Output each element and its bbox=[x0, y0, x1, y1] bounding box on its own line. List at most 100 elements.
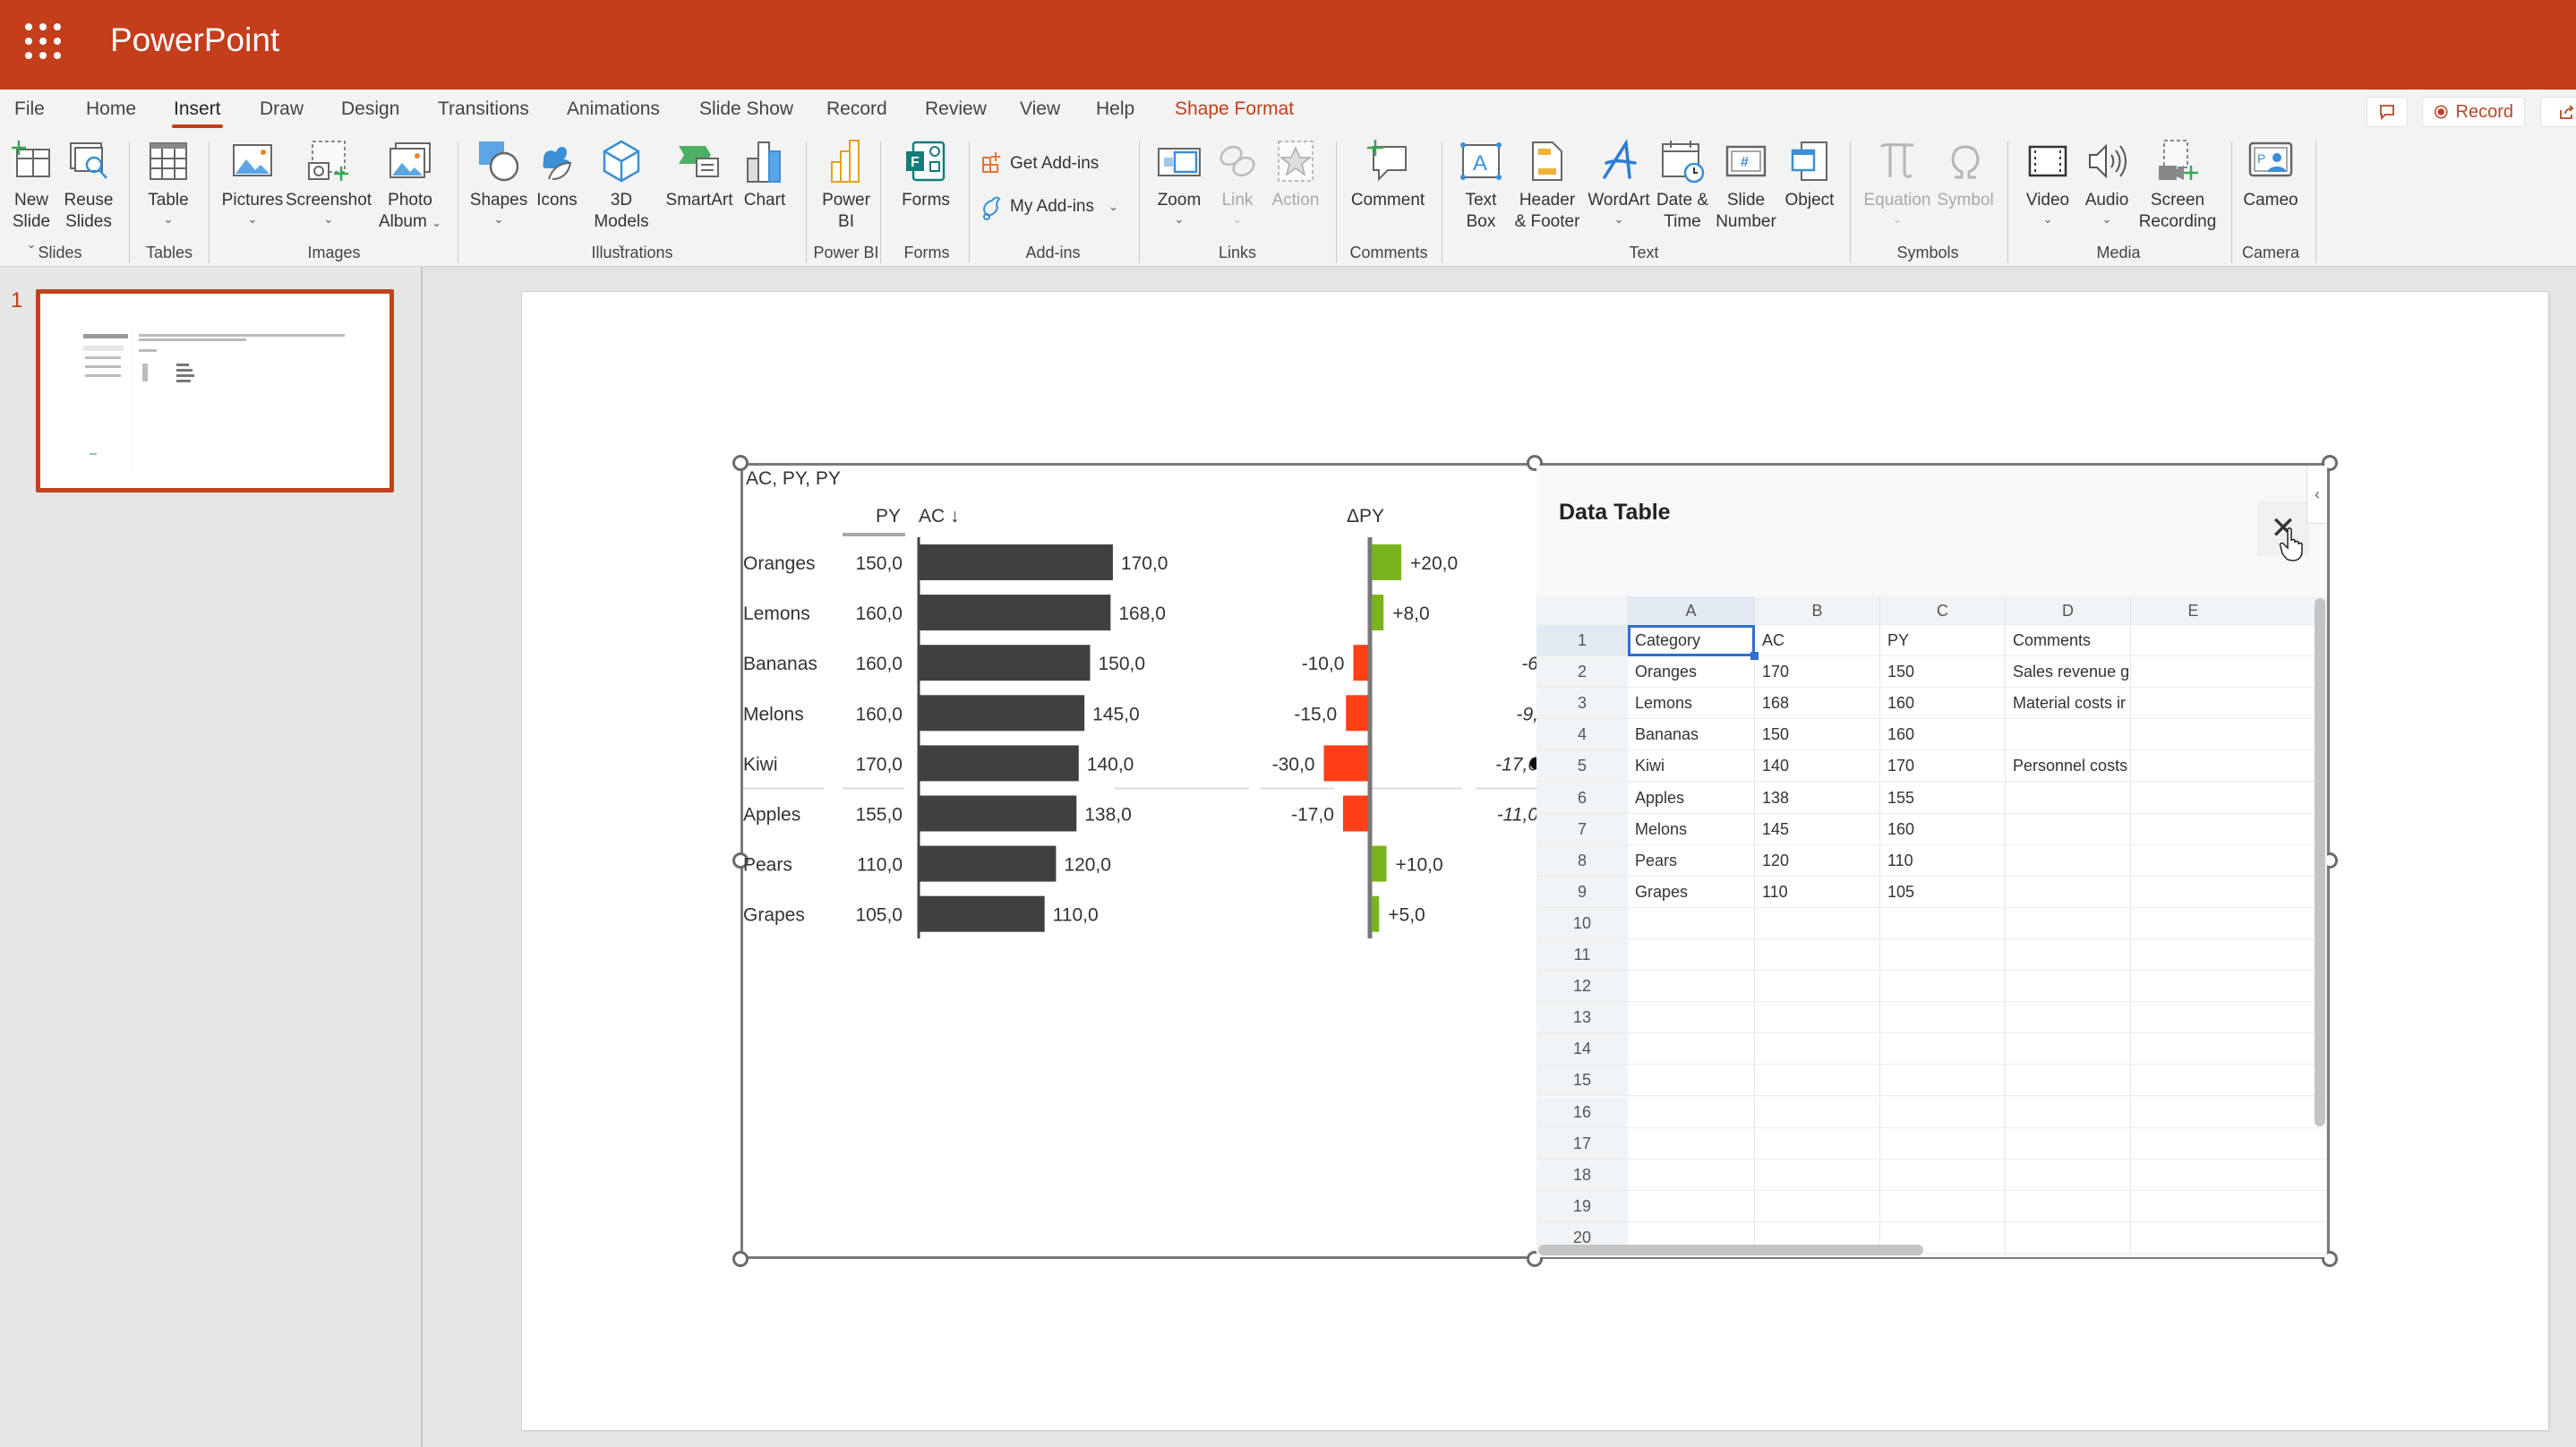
table-cell[interactable]: Apples bbox=[1628, 782, 1755, 814]
table-cell[interactable]: 150 bbox=[1755, 719, 1880, 751]
table-cell[interactable] bbox=[2006, 844, 2131, 877]
table-cell[interactable] bbox=[1880, 1159, 2006, 1191]
table-cell[interactable]: 160 bbox=[1880, 813, 2006, 845]
column-header-a[interactable]: A bbox=[1628, 596, 1755, 625]
table-cell[interactable] bbox=[2238, 1033, 2327, 1066]
row-header[interactable]: 6 bbox=[1536, 782, 1628, 814]
table-cell[interactable] bbox=[1628, 1065, 1755, 1097]
table-cell[interactable]: 170 bbox=[1755, 656, 1880, 689]
table-cell[interactable] bbox=[1755, 939, 1880, 972]
row-header[interactable]: 17 bbox=[1536, 1127, 1628, 1160]
table-cell[interactable]: 138 bbox=[1755, 782, 1880, 814]
table-cell[interactable] bbox=[2006, 1065, 2131, 1097]
table-cell[interactable] bbox=[2006, 782, 2131, 814]
column-header-f[interactable] bbox=[2238, 596, 2327, 625]
table-cell[interactable] bbox=[1755, 971, 1880, 1003]
table-cell[interactable] bbox=[2006, 1190, 2131, 1222]
row-header[interactable]: 7 bbox=[1536, 813, 1628, 845]
row-header[interactable]: 8 bbox=[1536, 844, 1628, 877]
table-cell[interactable]: 105 bbox=[1880, 876, 2006, 908]
table-cell[interactable]: Bananas bbox=[1628, 719, 1755, 751]
table-cell[interactable]: Grapes bbox=[1628, 876, 1755, 908]
table-cell[interactable] bbox=[2238, 1096, 2327, 1128]
table-cell[interactable] bbox=[2006, 1096, 2131, 1128]
table-cell[interactable] bbox=[1880, 1190, 2006, 1222]
table-cell[interactable] bbox=[2006, 1002, 2131, 1034]
row-header[interactable]: 18 bbox=[1536, 1159, 1628, 1191]
table-cell[interactable] bbox=[2238, 1127, 2327, 1160]
table-cell[interactable] bbox=[1880, 1096, 2006, 1128]
table-cell[interactable] bbox=[2238, 876, 2327, 908]
table-cell[interactable]: Melons bbox=[1628, 813, 1755, 845]
table-cell[interactable]: Personnel costs bbox=[2006, 750, 2131, 783]
table-cell[interactable]: 150 bbox=[1880, 656, 2006, 689]
table-cell[interactable]: Kiwi bbox=[1628, 750, 1755, 783]
table-cell[interactable]: 140 bbox=[1755, 750, 1880, 783]
table-cell[interactable]: Lemons bbox=[1628, 688, 1755, 720]
table-cell[interactable]: 155 bbox=[1880, 782, 2006, 814]
table-cell[interactable] bbox=[2238, 719, 2327, 751]
row-header[interactable]: 13 bbox=[1536, 1002, 1628, 1034]
column-header-c[interactable]: C bbox=[1880, 596, 2006, 625]
table-cell[interactable] bbox=[2006, 939, 2131, 972]
table-cell[interactable] bbox=[2238, 1159, 2327, 1191]
row-header[interactable]: 5 bbox=[1536, 750, 1628, 783]
table-cell[interactable] bbox=[1880, 971, 2006, 1003]
collapse-panel-button[interactable]: ‹ bbox=[2306, 466, 2327, 524]
table-cell[interactable]: 120 bbox=[1755, 844, 1880, 877]
horizontal-scrollbar[interactable] bbox=[1538, 1245, 1923, 1255]
table-cell[interactable] bbox=[2006, 1221, 2131, 1254]
row-header[interactable]: 3 bbox=[1536, 688, 1628, 720]
table-cell[interactable]: Material costs ir bbox=[2006, 688, 2131, 720]
table-cell[interactable] bbox=[1628, 939, 1755, 972]
table-cell[interactable] bbox=[2238, 688, 2327, 720]
table-cell[interactable] bbox=[1880, 1127, 2006, 1160]
table-cell[interactable] bbox=[2238, 750, 2327, 783]
column-header-d[interactable]: D bbox=[2006, 596, 2131, 625]
row-header[interactable]: 4 bbox=[1536, 719, 1628, 751]
table-cell[interactable]: 145 bbox=[1755, 813, 1880, 845]
column-header-b[interactable]: B bbox=[1755, 596, 1880, 625]
table-cell[interactable] bbox=[1628, 1127, 1755, 1160]
row-header[interactable]: 15 bbox=[1536, 1065, 1628, 1097]
table-cell[interactable] bbox=[2238, 782, 2327, 814]
table-cell[interactable] bbox=[2006, 1127, 2131, 1160]
table-cell[interactable] bbox=[2006, 813, 2131, 845]
table-cell[interactable] bbox=[1755, 1159, 1880, 1191]
select-all-corner[interactable] bbox=[1536, 596, 1628, 625]
table-cell[interactable] bbox=[1755, 1096, 1880, 1128]
row-header[interactable]: 14 bbox=[1536, 1033, 1628, 1066]
table-cell[interactable] bbox=[2238, 907, 2327, 939]
table-cell[interactable] bbox=[2238, 656, 2327, 689]
table-cell[interactable] bbox=[2006, 1159, 2131, 1191]
table-cell[interactable]: Category bbox=[1628, 625, 1755, 657]
table-cell[interactable] bbox=[2006, 907, 2131, 939]
table-cell[interactable] bbox=[1755, 1065, 1880, 1097]
table-cell[interactable]: Comments bbox=[2006, 625, 2131, 657]
table-cell[interactable]: PY bbox=[1880, 625, 2006, 657]
table-cell[interactable]: AC bbox=[1755, 625, 1880, 657]
table-cell[interactable]: 170 bbox=[1880, 750, 2006, 783]
row-header[interactable]: 2 bbox=[1536, 656, 1628, 689]
vertical-scrollbar[interactable] bbox=[2315, 598, 2325, 1126]
table-cell[interactable] bbox=[2238, 625, 2327, 657]
table-cell[interactable] bbox=[1880, 1033, 2006, 1066]
table-cell[interactable] bbox=[1628, 971, 1755, 1003]
table-cell[interactable] bbox=[2006, 719, 2131, 751]
table-cell[interactable]: Pears bbox=[1628, 844, 1755, 877]
table-cell[interactable] bbox=[1755, 1190, 1880, 1222]
row-header[interactable]: 1 bbox=[1536, 625, 1628, 657]
table-cell[interactable] bbox=[1755, 1127, 1880, 1160]
row-header[interactable]: 19 bbox=[1536, 1190, 1628, 1222]
row-header[interactable]: 9 bbox=[1536, 876, 1628, 908]
table-cell[interactable] bbox=[2006, 971, 2131, 1003]
row-header[interactable]: 11 bbox=[1536, 939, 1628, 972]
table-cell[interactable] bbox=[1628, 1033, 1755, 1066]
table-cell[interactable] bbox=[2238, 1190, 2327, 1222]
table-cell[interactable] bbox=[1880, 907, 2006, 939]
table-cell[interactable] bbox=[2238, 1065, 2327, 1097]
table-cell[interactable] bbox=[2238, 844, 2327, 877]
table-cell[interactable] bbox=[1880, 939, 2006, 972]
table-cell[interactable] bbox=[1755, 1002, 1880, 1034]
row-header[interactable]: 16 bbox=[1536, 1096, 1628, 1128]
